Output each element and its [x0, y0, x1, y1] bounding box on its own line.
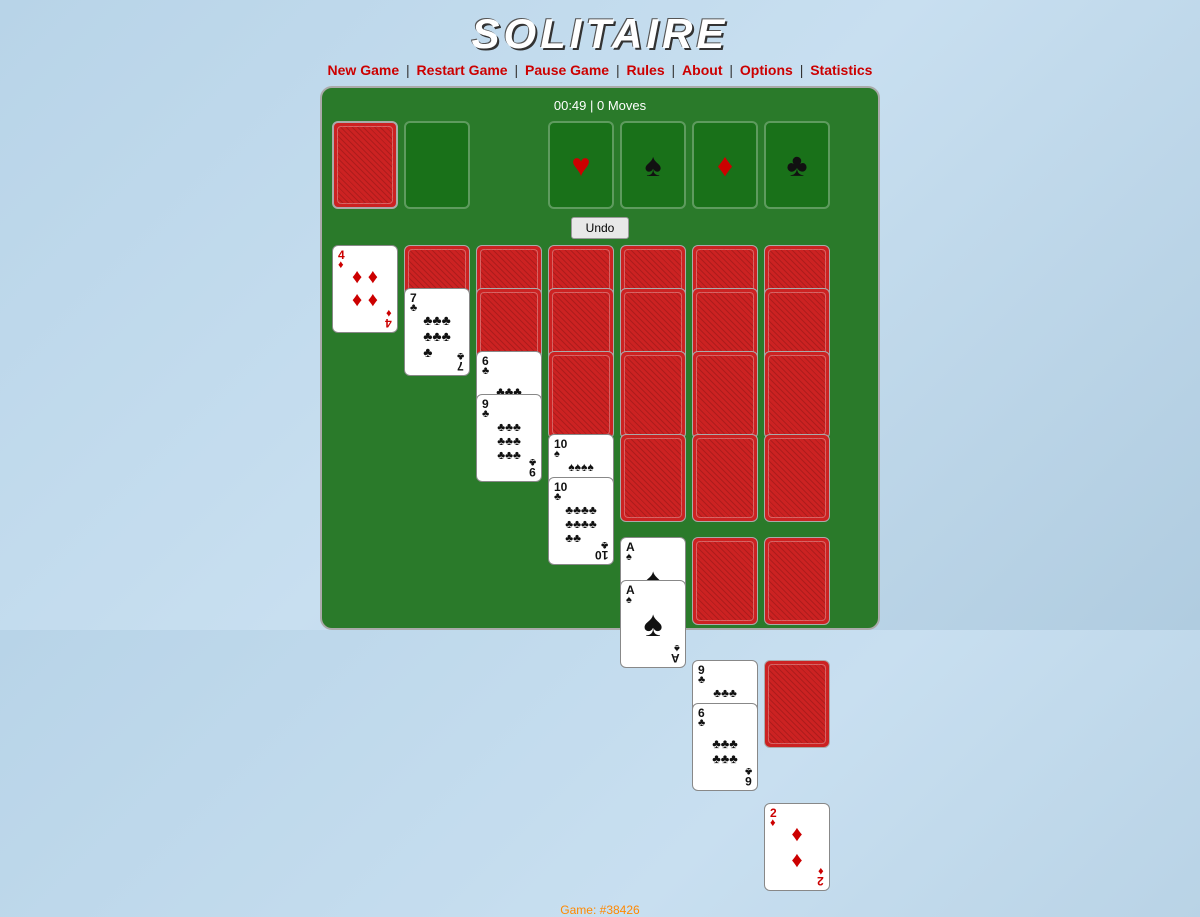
- tableau-col-7: 2 ♦ ♦♦ 2 ♦: [764, 245, 830, 891]
- foundation-diamonds[interactable]: [692, 121, 758, 209]
- nav-statistics[interactable]: Statistics: [810, 62, 872, 78]
- back-card-col5-3: [620, 351, 686, 439]
- game-area: 00:49 | 0 Moves Undo 4 ♦ ♦ ♦♦ ♦: [320, 86, 880, 630]
- back-card-col7-3: [764, 351, 830, 439]
- game-number-label: Game:: [560, 903, 599, 917]
- undo-area: Undo: [332, 217, 868, 239]
- nav-restart-game[interactable]: Restart Game: [417, 62, 508, 78]
- card-2-diamonds[interactable]: 2 ♦ ♦♦ 2 ♦: [764, 803, 830, 891]
- game-number: Game: #38426: [332, 903, 868, 917]
- card-10-clubs[interactable]: 10 ♣ ♣♣♣♣♣♣♣♣♣♣ 10 ♣: [548, 477, 614, 565]
- status-bar: 00:49 | 0 Moves: [332, 98, 868, 113]
- waste-pile: [404, 121, 470, 209]
- foundation-spades[interactable]: [620, 121, 686, 209]
- page-title: SOLITAIRE: [472, 10, 729, 58]
- game-number-value: #38426: [600, 903, 640, 917]
- top-row: [332, 121, 868, 209]
- nav-new-game[interactable]: New Game: [328, 62, 400, 78]
- back-card-col7-6: [764, 660, 830, 748]
- back-card-col7-4: [764, 434, 830, 522]
- card-7-clubs[interactable]: 7 ♣ ♣♣♣♣♣♣♣ 7 ♣: [404, 288, 470, 376]
- tableau-col-6: 9 ♣ ♣♣♣♣♣♣♣♣♣ 9 ♣ 6 ♣ ♣♣♣♣♣♣ 6 ♣: [692, 245, 758, 791]
- spacer: [476, 121, 542, 209]
- nav-about[interactable]: About: [682, 62, 722, 78]
- tableau: 4 ♦ ♦ ♦♦ ♦ 4 ♦ 7 ♣ ♣♣♣♣♣♣♣ 7 ♣: [332, 245, 868, 891]
- back-card-col6-5: [692, 537, 758, 625]
- back-card-col6-3: [692, 351, 758, 439]
- card-6-clubs-col6[interactable]: 6 ♣ ♣♣♣♣♣♣ 6 ♣: [692, 703, 758, 791]
- nav-rules[interactable]: Rules: [627, 62, 665, 78]
- back-card-col6-4: [692, 434, 758, 522]
- card-9-clubs-col3[interactable]: 9 ♣ ♣♣♣♣♣♣♣♣♣ 9 ♣: [476, 394, 542, 482]
- tableau-col-2: 7 ♣ ♣♣♣♣♣♣♣ 7 ♣: [404, 245, 470, 376]
- card-4-diamonds[interactable]: 4 ♦ ♦ ♦♦ ♦ 4 ♦: [332, 245, 398, 333]
- back-card-col4-3: [548, 351, 614, 439]
- stock-pile[interactable]: [332, 121, 398, 209]
- foundation-hearts[interactable]: [548, 121, 614, 209]
- tableau-col-5: A ♠ ♠ A ♠ A ♠ ♠ A ♠: [620, 245, 686, 668]
- undo-button[interactable]: Undo: [571, 217, 630, 239]
- foundation-clubs[interactable]: [764, 121, 830, 209]
- tableau-col-4: 10 ♠ ♠♠♠♠♠♠♠♠♠♠ 10 ♠ 10 ♣ ♣♣♣♣♣♣♣♣♣♣ 10 …: [548, 245, 614, 565]
- back-card-col7-5: [764, 537, 830, 625]
- back-card-col5-4: [620, 434, 686, 522]
- nav-options[interactable]: Options: [740, 62, 793, 78]
- nav-bar: New Game | Restart Game | Pause Game | R…: [328, 62, 873, 78]
- tableau-col-1: 4 ♦ ♦ ♦♦ ♦ 4 ♦: [332, 245, 398, 333]
- tableau-col-3: 6 ♣ ♣♣♣♣♣♣ 6 ♣ 9 ♣ ♣♣♣♣♣♣♣♣♣ 9 ♣: [476, 245, 542, 482]
- nav-pause-game[interactable]: Pause Game: [525, 62, 609, 78]
- card-ace-spades-2[interactable]: A ♠ ♠ A ♠: [620, 580, 686, 668]
